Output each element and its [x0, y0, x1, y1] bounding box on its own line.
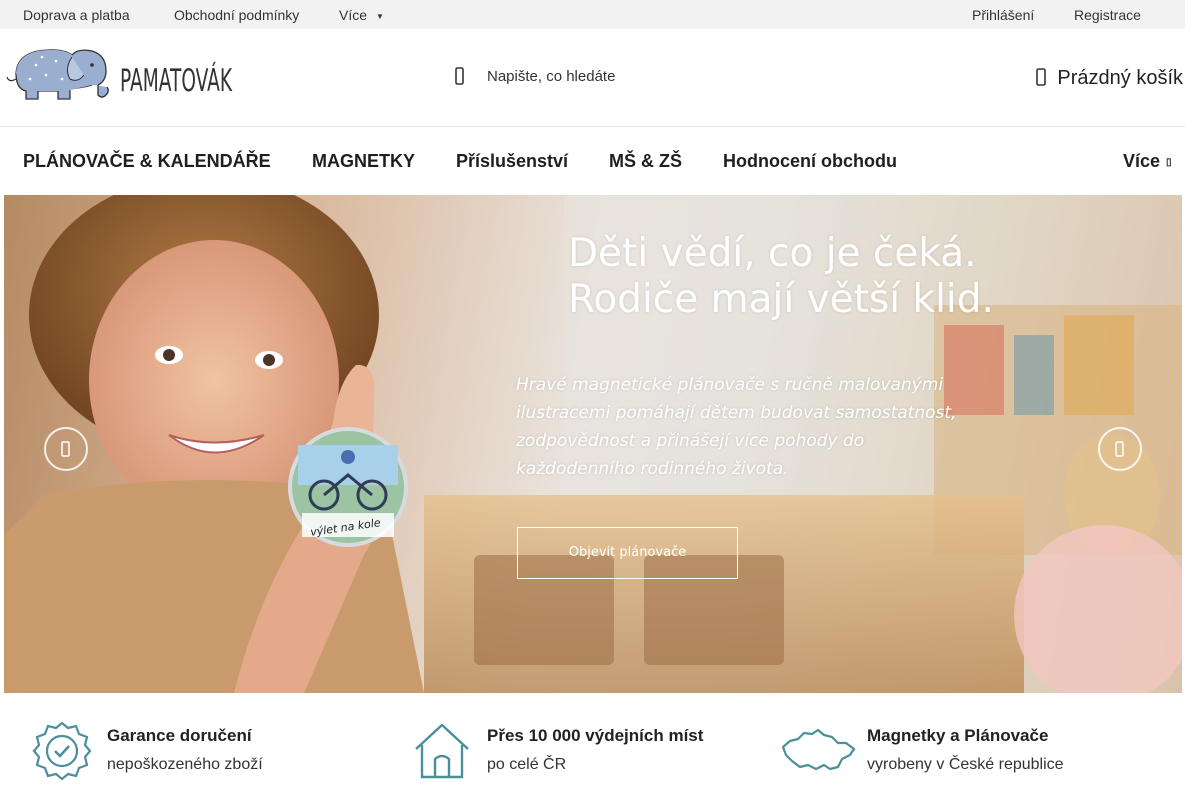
benefit-subtitle: vyrobeny v České republice	[867, 756, 1064, 773]
link-obchodni-podminky[interactable]: Obchodní podmínky	[174, 7, 299, 23]
topbar-more-menu[interactable]: Více ▼	[339, 7, 384, 23]
benefit-title: Magnetky a Plánovače	[867, 726, 1049, 745]
nav-item-magnetky[interactable]: MAGNETKY	[312, 151, 415, 172]
arrow-right-icon	[1115, 441, 1124, 457]
nav-item-ms-zs[interactable]: MŠ & ZŠ	[609, 151, 682, 172]
hero-headline-line-1: Děti vědí, co je čeká.	[568, 231, 977, 276]
main-navigation: PLÁNOVAČE & KALENDÁŘE MAGNETKY Příslušen…	[0, 127, 1185, 195]
hero-description: Hravé magnetické plánovače s ručně malov…	[516, 375, 957, 479]
nav-item-prislusenstvi[interactable]: Příslušenství	[456, 151, 568, 172]
search-icon	[455, 67, 464, 85]
benefit-subtitle: po celé ČR	[487, 756, 567, 773]
carousel-next-button[interactable]	[1098, 427, 1142, 471]
topbar-more-label: Více	[339, 7, 368, 23]
house-icon	[415, 723, 469, 779]
benefit-delivery-guarantee: Garance doručení nepoškozeného zboží	[32, 721, 372, 781]
badge-check-icon	[32, 721, 92, 781]
login-link[interactable]: Přihlášení	[972, 7, 1034, 23]
cart-button[interactable]: Prázdný košík	[1033, 65, 1183, 91]
site-header: PAMATOVÁK Napište, co hledáte Prázdný ko…	[0, 29, 1185, 127]
site-logo[interactable]: PAMATOVÁK	[6, 45, 236, 105]
benefit-title: Garance doručení	[107, 726, 252, 745]
benefit-subtitle: nepoškozeného zboží	[107, 756, 263, 773]
cart-icon	[1036, 68, 1046, 86]
brand-wordmark: PAMATOVÁK	[120, 63, 232, 99]
cart-label: Prázdný košík	[1057, 67, 1183, 89]
carousel-prev-button[interactable]	[44, 427, 88, 471]
chevron-down-icon: ▯	[1166, 157, 1172, 168]
hero-headline-line-2: Rodiče mají větší klid.	[568, 277, 994, 322]
benefit-title: Přes 10 000 výdejních míst	[487, 726, 704, 745]
arrow-left-icon	[61, 441, 70, 457]
hero-headline: Děti vědí, co je čeká. Rodiče mají větší…	[568, 231, 994, 323]
elephant-logo-icon: PAMATOVÁK	[6, 49, 232, 100]
register-link[interactable]: Registrace	[1074, 7, 1141, 23]
benefit-pickup-points: Přes 10 000 výdejních míst po celé ČR	[412, 721, 752, 781]
benefit-made-in-cz: Magnetky a Plánovače vyrobeny v České re…	[781, 721, 1152, 781]
nav-more-label: Více	[1123, 151, 1161, 171]
nav-item-hodnoceni[interactable]: Hodnocení obchodu	[723, 151, 897, 172]
chevron-down-icon: ▼	[376, 12, 384, 21]
top-utility-bar: Doprava a platba Obchodní podmínky Více ▼…	[0, 0, 1185, 29]
czech-map-icon	[781, 728, 856, 771]
explore-planners-button[interactable]: Objevit plánovače	[517, 527, 738, 579]
nav-more-menu[interactable]: Více ▯	[1123, 151, 1172, 172]
nav-item-planovace[interactable]: PLÁNOVAČE & KALENDÁŘE	[23, 151, 271, 172]
hero-banner[interactable]: výlet na kole Děti vědí, co je čeká. Rod…	[4, 195, 1182, 693]
benefits-row: Garance doručení nepoškozeného zboží Pře…	[0, 693, 1185, 800]
search-input[interactable]: Napište, co hledáte	[487, 68, 615, 85]
link-doprava-a-platba[interactable]: Doprava a platba	[23, 7, 130, 23]
